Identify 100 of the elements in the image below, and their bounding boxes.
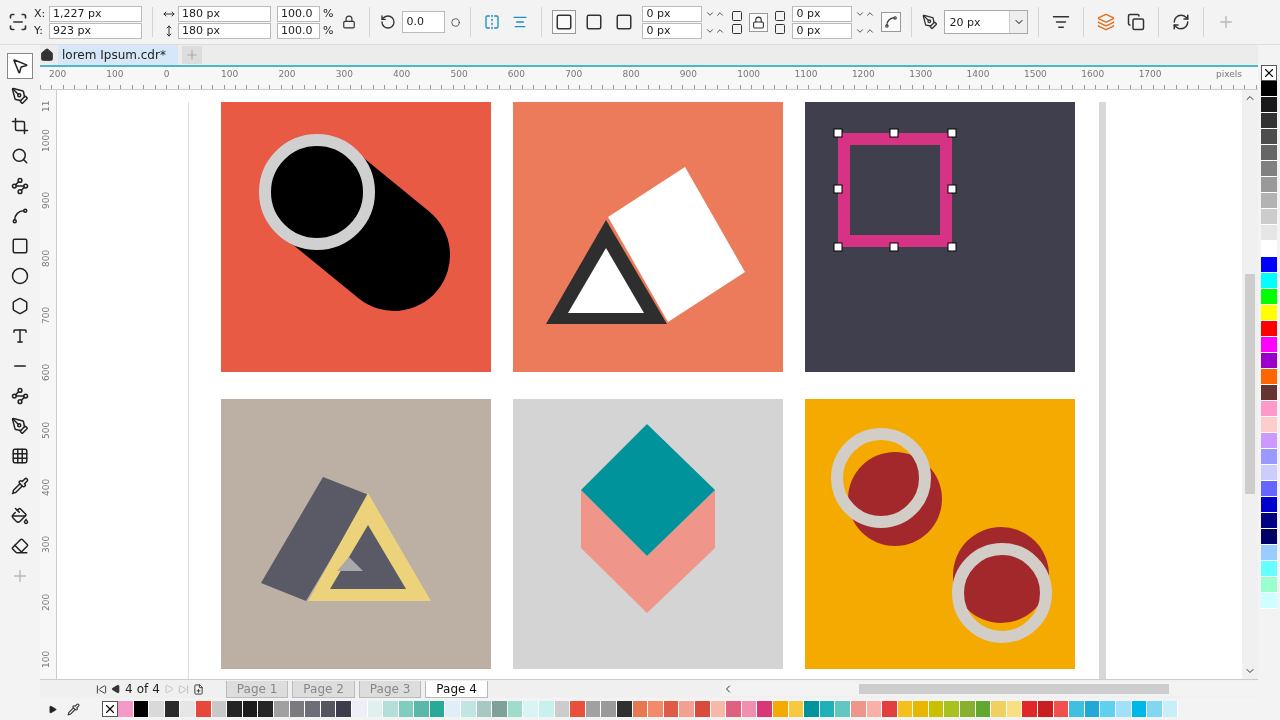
color-swatch[interactable] <box>1261 321 1277 337</box>
color-swatch[interactable] <box>1261 81 1277 97</box>
scale-field[interactable]: 100.0 <box>277 22 320 39</box>
color-swatch[interactable] <box>1261 273 1277 289</box>
outline-width-dropdown[interactable]: 20 px <box>944 10 1029 34</box>
color-swatch[interactable] <box>648 701 664 717</box>
color-swatch[interactable] <box>149 701 165 717</box>
page-tab[interactable]: Page 4 <box>425 680 488 698</box>
first-page-icon[interactable] <box>96 683 107 695</box>
color-swatch[interactable] <box>1038 701 1054 717</box>
color-swatch[interactable] <box>835 701 851 717</box>
color-swatch[interactable] <box>1261 593 1277 609</box>
color-swatch[interactable] <box>1261 289 1277 305</box>
color-swatch[interactable] <box>305 701 321 717</box>
color-swatch[interactable] <box>1261 177 1277 193</box>
color-swatch[interactable] <box>1261 497 1277 513</box>
color-swatch[interactable] <box>1261 161 1277 177</box>
color-swatch[interactable] <box>1261 401 1277 417</box>
color-swatch[interactable] <box>1261 305 1277 321</box>
y-position-field[interactable]: 923 px <box>49 22 142 39</box>
color-swatch[interactable] <box>258 701 274 717</box>
color-swatch[interactable] <box>1100 701 1116 717</box>
palette-menu-icon[interactable] <box>48 704 57 714</box>
corner-radius-field[interactable]: 0 px <box>792 5 853 22</box>
color-swatch[interactable] <box>617 701 633 717</box>
color-swatch[interactable] <box>1261 225 1277 241</box>
color-swatch[interactable] <box>1261 353 1277 369</box>
scale-field[interactable]: 100.0 <box>277 5 320 22</box>
color-swatch[interactable] <box>944 701 961 717</box>
height-field[interactable]: 180 px <box>178 22 271 39</box>
color-swatch[interactable] <box>461 701 477 717</box>
caret-icon[interactable] <box>1009 11 1028 33</box>
add-page-icon[interactable] <box>192 683 204 695</box>
relative-scaling-button[interactable] <box>881 12 902 32</box>
color-swatch[interactable] <box>539 701 555 717</box>
color-swatch[interactable] <box>757 701 773 717</box>
home-icon[interactable] <box>40 48 54 62</box>
color-swatch[interactable] <box>1261 449 1277 465</box>
color-swatch[interactable] <box>1261 529 1277 545</box>
color-swatch[interactable] <box>601 701 617 717</box>
no-color-swatch[interactable] <box>1261 65 1277 81</box>
color-swatch[interactable] <box>1261 337 1277 353</box>
color-swatch[interactable] <box>726 701 742 717</box>
color-swatch[interactable] <box>414 701 430 717</box>
corner-radius-field[interactable]: 0 px <box>642 5 703 22</box>
color-swatch[interactable] <box>1261 241 1277 257</box>
color-swatch[interactable] <box>804 701 820 717</box>
color-swatch[interactable] <box>1261 97 1277 113</box>
ruler-label: 1400 <box>966 69 990 79</box>
color-swatch[interactable] <box>1147 701 1163 717</box>
color-swatch[interactable] <box>1261 113 1277 129</box>
color-swatch[interactable] <box>227 701 243 717</box>
color-swatch[interactable] <box>960 701 976 717</box>
color-swatch[interactable] <box>1261 145 1277 161</box>
color-swatch[interactable] <box>1261 369 1277 385</box>
color-swatch[interactable] <box>1022 701 1039 717</box>
x-position-field[interactable]: 1,227 px <box>49 5 142 22</box>
color-swatch[interactable] <box>570 701 586 717</box>
object-origin-icon[interactable] <box>8 12 28 32</box>
corner-radius-field[interactable]: 0 px <box>792 22 853 39</box>
scrollbar-thumb[interactable] <box>858 684 1169 694</box>
pointer-tool-icon[interactable] <box>7 53 33 79</box>
no-color-swatch[interactable] <box>102 701 118 717</box>
color-swatch[interactable] <box>492 701 508 717</box>
color-swatch[interactable] <box>445 701 462 717</box>
color-swatch[interactable] <box>882 701 898 717</box>
scrollbar-thumb[interactable] <box>1245 274 1255 494</box>
previous-page-icon[interactable] <box>111 684 121 694</box>
color-swatch[interactable] <box>1261 129 1277 145</box>
color-swatch[interactable] <box>1069 701 1085 717</box>
color-swatch[interactable] <box>336 701 352 717</box>
color-swatch[interactable] <box>1261 257 1277 273</box>
color-swatch[interactable] <box>1261 465 1277 481</box>
color-swatch[interactable] <box>1261 545 1277 561</box>
color-swatch[interactable] <box>1261 481 1277 497</box>
color-swatch[interactable] <box>1261 577 1277 593</box>
color-swatch[interactable] <box>1261 193 1277 209</box>
color-swatch[interactable] <box>1261 417 1277 433</box>
color-swatch[interactable] <box>1261 209 1277 225</box>
color-swatch[interactable] <box>1261 513 1277 529</box>
rotation-field[interactable]: 0.0 <box>402 11 446 33</box>
color-swatch[interactable] <box>383 701 399 717</box>
round-corner-button[interactable] <box>552 10 577 34</box>
color-swatch[interactable] <box>1261 433 1277 449</box>
width-field[interactable]: 180 px <box>178 5 271 22</box>
y-label: Y: <box>34 24 44 37</box>
color-swatch[interactable] <box>118 701 134 717</box>
color-swatch[interactable] <box>991 701 1007 717</box>
color-swatch[interactable] <box>679 701 695 717</box>
document-tab[interactable]: lorem Ipsum.cdr* <box>58 45 178 65</box>
color-swatch[interactable] <box>1261 385 1277 401</box>
color-swatch[interactable] <box>1261 561 1277 577</box>
corner-radius-field[interactable]: 0 px <box>642 22 703 39</box>
color-swatch[interactable] <box>913 701 929 717</box>
percent-label: % <box>323 24 334 37</box>
eyedropper-icon[interactable] <box>67 702 80 716</box>
lock-corners-button[interactable] <box>749 12 769 32</box>
color-swatch[interactable] <box>180 701 196 717</box>
color-swatch[interactable] <box>523 701 540 717</box>
color-swatch[interactable] <box>1116 701 1132 717</box>
